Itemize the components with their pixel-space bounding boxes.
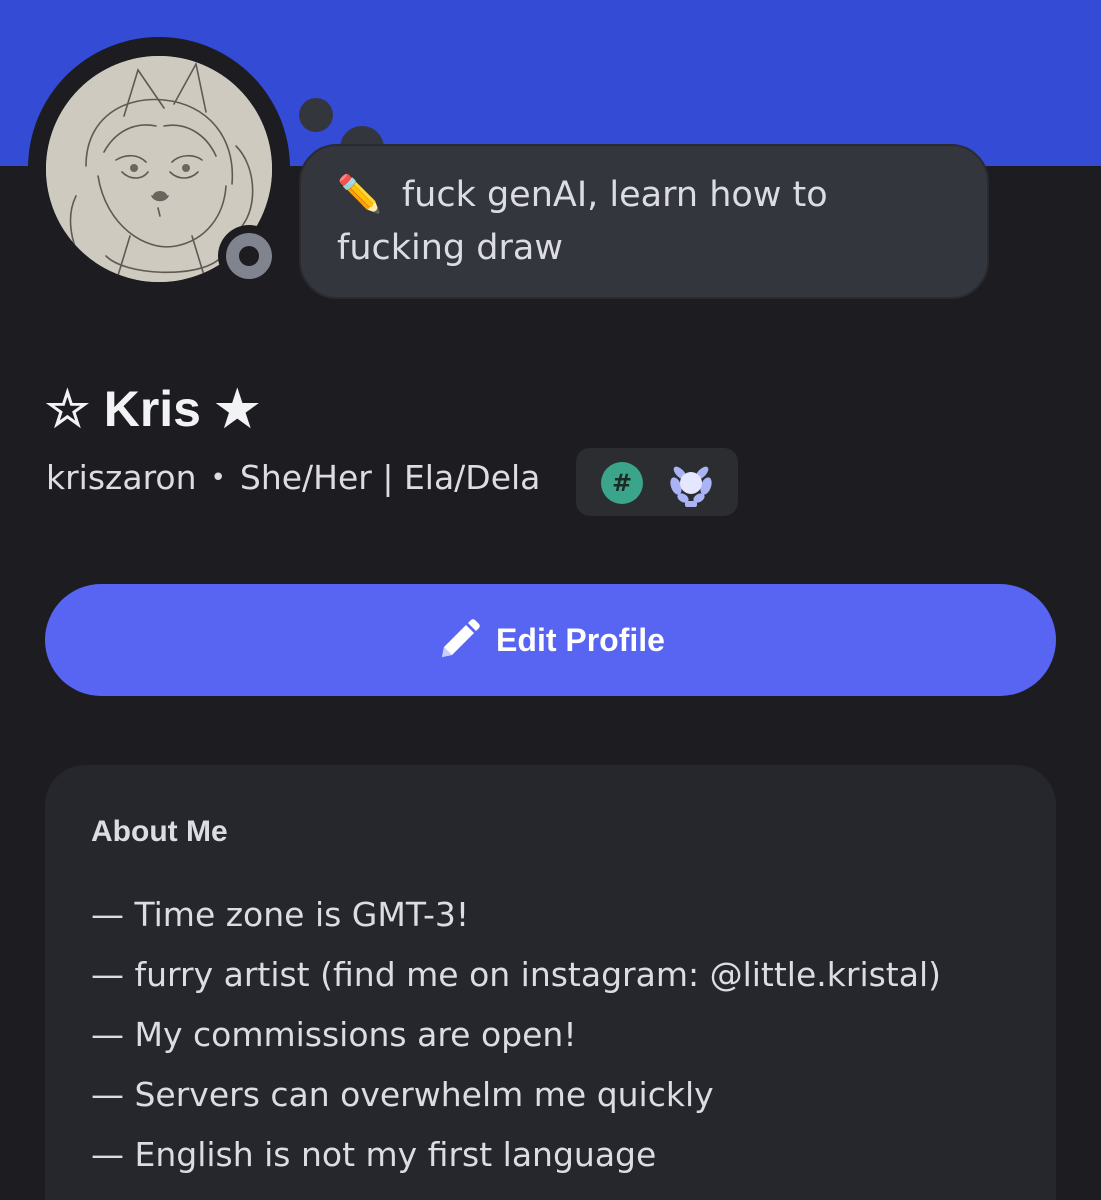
username-line: kriszaron • She/Her | Ela/Dela [46,458,540,497]
hashtag-badge-icon[interactable]: # [601,462,643,504]
custom-status-bubble[interactable]: ✏️ fuck genAI, learn how to fucking draw [299,144,989,299]
about-me-line: — English is not my first language [91,1135,657,1174]
about-me-list: — Time zone is GMT-3! — furry artist (fi… [91,885,941,1185]
thought-bubble-dot [299,98,333,132]
pronouns: She/Her | Ela/Dela [239,458,541,497]
about-me-line: — furry artist (find me on instagram: @l… [91,955,942,994]
profile-page: ✏️ fuck genAI, learn how to fucking draw … [0,0,1101,1200]
offline-status-icon [226,233,272,279]
about-me-line: — My commissions are open! [91,1015,577,1054]
about-me-title: About Me [91,815,228,848]
edit-profile-label: Edit Profile [496,621,665,658]
badge-list: # [576,448,738,516]
pencil-icon [442,619,480,657]
about-me-line: — Servers can overwhelm me quickly [91,1075,714,1114]
display-name: ☆ Kris ★ [45,381,260,437]
pencil-emoji-icon: ✏️ [337,174,382,215]
about-me-line: — Time zone is GMT-3! [91,895,470,934]
username: kriszaron [46,458,197,497]
custom-status-text: fuck genAI, learn how to fucking draw [337,175,828,268]
edit-profile-button[interactable]: Edit Profile [45,584,1056,696]
about-me-card: About Me — Time zone is GMT-3! — furry a… [45,765,1056,1200]
laurel-badge-icon[interactable] [664,456,718,510]
separator-dot: • [210,463,226,493]
